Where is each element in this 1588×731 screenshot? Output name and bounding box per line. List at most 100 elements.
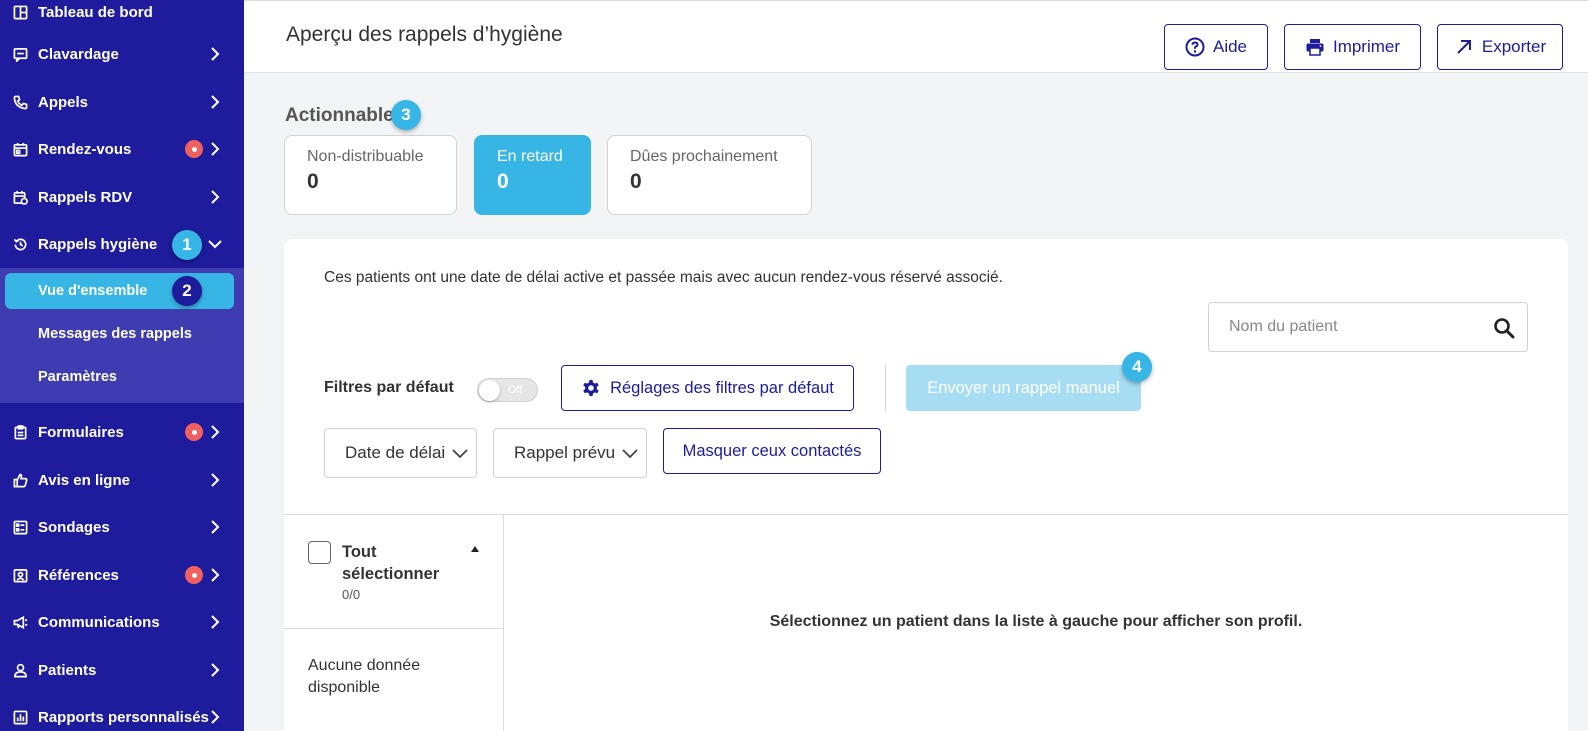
sidebar-item-custom-reports[interactable]: Rapports personnalisés [0, 697, 244, 731]
list-divider [284, 628, 504, 629]
sidebar-item-label: Rappels RDV [38, 188, 133, 206]
sidebar-item-label: Sondages [38, 518, 110, 536]
stat-card-value: 0 [630, 170, 642, 193]
help-icon [1185, 37, 1205, 57]
sidebar-item-referrals[interactable]: Références [0, 555, 244, 595]
sidebar-item-label: Rapports personnalisés [38, 708, 209, 726]
survey-icon [12, 519, 28, 535]
sidebar-item-chat[interactable]: Clavardage [0, 34, 244, 74]
page-title: Aperçu des rappels d’hygiène [286, 23, 563, 46]
send-manual-reminder-label: Envoyer un rappel manuel [927, 378, 1120, 397]
select-all-checkbox[interactable] [308, 541, 331, 564]
chevron-right-icon [207, 424, 223, 440]
arrow-up-right-icon [1457, 40, 1471, 54]
planned-reminder-dropdown-label: Rappel prévu [514, 443, 616, 462]
print-label: Imprimer [1332, 37, 1401, 56]
submenu-item-reminder-messages[interactable]: Messages des rappels [0, 316, 244, 352]
due-date-dropdown[interactable]: Date de délai [324, 428, 477, 478]
report-icon [12, 709, 28, 725]
stat-card-due-soon[interactable]: Dûes prochainement 0 [607, 135, 812, 215]
stat-card-label: En retard [497, 148, 563, 165]
stat-card-overdue[interactable]: En retard 0 [474, 135, 591, 215]
reminders-panel: Ces patients ont une date de délai activ… [284, 239, 1568, 731]
help-button[interactable]: Aide [1164, 24, 1268, 70]
gear-icon [583, 380, 599, 396]
export-label: Exporter [1481, 37, 1547, 56]
stat-card-undeliverable[interactable]: Non-distribuable 0 [284, 135, 457, 215]
toggle-state-label: Off [508, 384, 523, 396]
submenu-item-label: Paramètres [38, 369, 117, 385]
patient-search-input[interactable] [1209, 303, 1479, 351]
callout-badge-3: 3 [391, 100, 421, 130]
sidebar-item-forms[interactable]: Formulaires [0, 412, 244, 452]
search-icon[interactable] [1493, 317, 1515, 339]
sidebar-item-hygiene-reminders[interactable]: Rappels hygiène [0, 224, 244, 264]
actionable-heading: Actionnable [285, 105, 394, 126]
thumbs-up-icon [12, 472, 28, 488]
default-filter-settings-button[interactable]: Réglages des filtres par défaut [561, 365, 854, 411]
sidebar-item-label: Formulaires [38, 423, 124, 441]
chevron-right-icon [207, 141, 223, 157]
chevron-right-icon [207, 94, 223, 110]
chevron-right-icon [207, 472, 223, 488]
toggle-knob [479, 380, 500, 401]
default-filters-toggle[interactable]: Off [477, 378, 538, 402]
sidebar-item-surveys[interactable]: Sondages [0, 507, 244, 547]
submenu-item-settings[interactable]: Paramètres [0, 359, 244, 395]
submenu-item-label: Messages des rappels [38, 326, 192, 342]
default-filter-settings-label: Réglages des filtres par défaut [610, 378, 834, 397]
export-button[interactable]: Exporter [1437, 24, 1563, 70]
sidebar-item-label: Avis en ligne [38, 471, 130, 489]
alert-badge [185, 140, 203, 158]
callout-badge-4: 4 [1122, 352, 1152, 382]
clipboard-icon [12, 424, 28, 440]
default-filters-label: Filtres par défaut [324, 379, 454, 396]
empty-profile-message: Sélectionnez un patient dans la liste à … [769, 613, 1303, 630]
sidebar-item-dashboard[interactable]: Tableau de bord [0, 0, 244, 32]
sidebar-item-label: Appels [38, 93, 89, 111]
stat-card-label: Non-distribuable [307, 148, 424, 165]
chevron-right-icon [207, 709, 223, 725]
selection-count: 0/0 [342, 587, 361, 602]
sidebar-item-communications[interactable]: Communications [0, 602, 244, 642]
panel-description: Ces patients ont une date de délai activ… [324, 269, 1003, 286]
chevron-down-icon [207, 236, 223, 252]
sidebar-item-label: Patients [38, 661, 97, 679]
hide-contacted-label: Masquer ceux contactés [682, 441, 862, 460]
send-manual-reminder-button[interactable]: Envoyer un rappel manuel [906, 365, 1141, 411]
sidebar-item-appointment-reminders[interactable]: Rappels RDV [0, 177, 244, 217]
page-header: Aperçu des rappels d’hygiène Aide Imprim… [244, 0, 1588, 73]
hide-contacted-button[interactable]: Masquer ceux contactés [663, 428, 881, 474]
sidebar-item-label: Clavardage [38, 45, 119, 63]
toolbar-divider [885, 365, 886, 411]
chevron-down-icon [452, 449, 468, 459]
sidebar-item-calls[interactable]: Appels [0, 82, 244, 122]
referral-icon [12, 567, 28, 583]
sidebar-item-online-reviews[interactable]: Avis en ligne [0, 460, 244, 500]
calendar-icon [12, 141, 28, 157]
submenu-item-label: Vue d'ensemble [38, 283, 148, 299]
chat-icon [12, 46, 28, 62]
chevron-right-icon [207, 519, 223, 535]
select-all-label: Tout sélectionner [342, 543, 440, 583]
due-date-dropdown-label: Date de délai [345, 443, 446, 462]
patient-search [1208, 302, 1528, 352]
sidebar-item-label: Rendez-vous [38, 140, 132, 158]
history-icon [12, 236, 28, 252]
planned-reminder-dropdown[interactable]: Rappel prévu [493, 428, 647, 478]
alert-badge [185, 423, 203, 441]
patient-list: Tout sélectionner 0/0 Aucune donnée disp… [284, 515, 504, 731]
callout-badge-1: 1 [172, 230, 202, 260]
sidebar-item-patients[interactable]: Patients [0, 650, 244, 690]
print-button[interactable]: Imprimer [1284, 24, 1421, 70]
sidebar-item-label: Tableau de bord [38, 3, 153, 21]
sidebar-item-appointments[interactable]: Rendez-vous [0, 129, 244, 169]
megaphone-icon [12, 614, 28, 630]
stat-card-value: 0 [307, 170, 319, 193]
calendar-reminder-icon [12, 189, 28, 205]
sidebar: Tableau de bord Clavardage Appels Rendez… [0, 0, 244, 731]
stat-card-value: 0 [497, 170, 509, 193]
chevron-right-icon [207, 46, 223, 62]
sort-up-icon[interactable] [470, 545, 480, 553]
printer-icon [1306, 39, 1324, 56]
